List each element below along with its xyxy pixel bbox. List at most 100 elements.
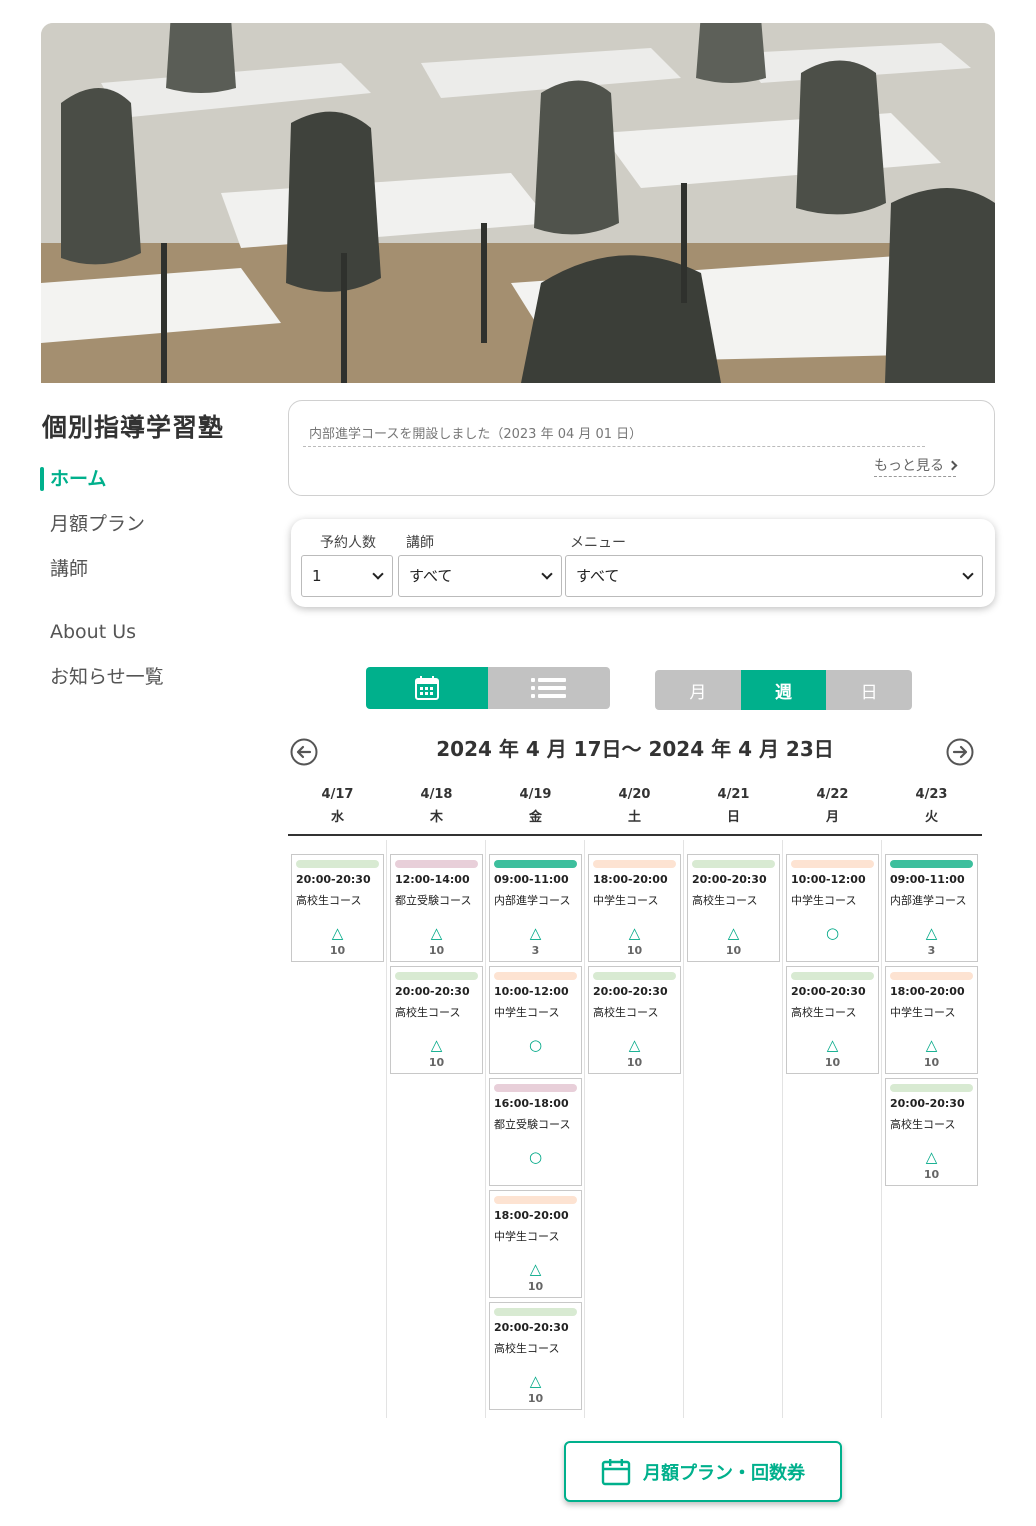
schedule-slot[interactable]: 20:00-20:30 高校生コース △ 10 — [390, 966, 483, 1074]
seats-count: 10 — [725, 944, 742, 957]
people-label: 予約人数 — [320, 535, 376, 551]
slot-time: 12:00-14:00 — [395, 873, 470, 886]
schedule-slot[interactable]: 18:00-20:00 中学生コース △ 10 — [588, 854, 681, 962]
period-month-button[interactable]: 月 — [655, 670, 741, 710]
chevron-down-icon — [962, 568, 974, 580]
schedule-slot[interactable]: 16:00-18:00 都立受験コース ○ — [489, 1078, 582, 1186]
availability-mark: ○ — [825, 924, 840, 942]
column-divider — [584, 840, 585, 1418]
slot-time: 10:00-12:00 — [494, 985, 569, 998]
course-color-bar — [593, 860, 676, 868]
schedule-slot[interactable]: 20:00-20:30 高校生コース △ 10 — [588, 966, 681, 1074]
course-color-bar — [395, 972, 478, 980]
slot-course: 中学生コース — [593, 894, 659, 907]
availability-mark: ○ — [528, 1148, 543, 1166]
day-weekday: 木 — [429, 810, 443, 825]
seats-count: 10 — [824, 1056, 841, 1069]
classroom-illustration — [41, 23, 995, 383]
people-select[interactable]: 1 — [301, 555, 393, 597]
list-view-button[interactable] — [488, 667, 610, 709]
day-weekday: 日 — [726, 810, 740, 825]
view-toggle — [366, 667, 610, 709]
news-more-link[interactable]: もっと見る — [874, 455, 958, 477]
schedule-slot[interactable]: 20:00-20:30 高校生コース △ 10 — [885, 1078, 978, 1186]
availability-mark: △ — [529, 1372, 542, 1390]
course-color-bar — [494, 1084, 577, 1092]
course-color-bar — [890, 860, 973, 868]
teacher-select[interactable]: すべて — [398, 555, 562, 597]
schedule-slot[interactable]: 20:00-20:30 高校生コース △ 10 — [786, 966, 879, 1074]
date-range-title: 2024 年 4 月 17日〜 2024 年 4 月 23日 — [436, 737, 834, 761]
availability-mark: △ — [628, 924, 641, 942]
schedule-slot[interactable]: 10:00-12:00 中学生コース ○ — [786, 854, 879, 962]
slot-time: 09:00-11:00 — [890, 873, 965, 886]
course-color-bar — [593, 972, 676, 980]
period-day-button[interactable]: 日 — [826, 670, 912, 710]
schedule-slot[interactable]: 18:00-20:00 中学生コース △ 10 — [489, 1190, 582, 1298]
day-date: 4/22 — [816, 787, 849, 802]
course-color-bar — [494, 1308, 577, 1316]
slot-time: 20:00-20:30 — [296, 873, 371, 886]
slot-course: 高校生コース — [593, 1006, 659, 1019]
slot-course: 高校生コース — [692, 894, 758, 907]
news-item[interactable]: 内部進学コースを開設しました（2023 年 04 月 01 日） — [303, 423, 925, 447]
slot-course: 内部進学コース — [494, 894, 571, 907]
course-color-bar — [791, 972, 874, 980]
calendar-view-button[interactable] — [366, 667, 488, 709]
availability-mark: △ — [331, 924, 344, 942]
nav-item-teachers[interactable]: 講師 — [40, 552, 260, 597]
hero-image — [41, 23, 995, 383]
day-weekday: 土 — [627, 810, 641, 825]
prev-week-arrow-icon[interactable] — [290, 738, 318, 766]
schedule-slot[interactable]: 10:00-12:00 中学生コース ○ — [489, 966, 582, 1074]
schedule-slot[interactable]: 20:00-20:30 高校生コース △ 10 — [489, 1302, 582, 1410]
cta-label: 月額プラン・回数券 — [643, 1462, 805, 1484]
slot-course: 高校生コース — [494, 1342, 560, 1355]
news-more-label: もっと見る — [874, 458, 944, 474]
chevron-down-icon — [541, 568, 553, 580]
slot-time: 20:00-20:30 — [395, 985, 470, 998]
course-color-bar — [296, 860, 379, 868]
availability-mark: △ — [529, 1260, 542, 1278]
nav-item-about-us[interactable]: About Us — [40, 615, 260, 660]
schedule-slot[interactable]: 20:00-20:30 高校生コース △ 10 — [687, 854, 780, 962]
nav-item-home[interactable]: ホーム — [40, 462, 260, 507]
slot-time: 20:00-20:30 — [890, 1097, 965, 1110]
slot-course: 中学生コース — [494, 1230, 560, 1243]
monthly-plan-tickets-button[interactable]: 月額プラン・回数券 — [564, 1441, 842, 1502]
schedule-slot[interactable]: 12:00-14:00 都立受験コース △ 10 — [390, 854, 483, 962]
day-header: 4/21 日 — [684, 783, 783, 829]
schedule-slot[interactable]: 20:00-20:30 高校生コース △ 10 — [291, 854, 384, 962]
column-divider — [782, 840, 783, 1418]
schedule-slot[interactable]: 09:00-11:00 内部進学コース △ 3 — [885, 854, 978, 962]
column-divider — [881, 840, 882, 1418]
slot-course: 中学生コース — [890, 1006, 956, 1019]
slot-course: 高校生コース — [296, 894, 362, 907]
schedule-slot[interactable]: 18:00-20:00 中学生コース △ 10 — [885, 966, 978, 1074]
course-color-bar — [494, 1196, 577, 1204]
day-weekday: 水 — [330, 810, 344, 825]
slot-time: 20:00-20:30 — [692, 873, 767, 886]
list-icon — [531, 678, 566, 698]
nav-item-monthly-plan[interactable]: 月額プラン — [40, 507, 260, 552]
period-week-button[interactable]: 週 — [740, 670, 827, 710]
slot-course: 高校生コース — [395, 1006, 461, 1019]
slot-time: 16:00-18:00 — [494, 1097, 569, 1110]
course-color-bar — [494, 972, 577, 980]
schedule-slot[interactable]: 09:00-11:00 内部進学コース △ 3 — [489, 854, 582, 962]
day-date: 4/17 — [321, 787, 354, 802]
slot-course: 都立受験コース — [395, 894, 472, 907]
course-color-bar — [692, 860, 775, 868]
menu-select[interactable]: すべて — [565, 555, 983, 597]
seats-count: 3 — [927, 944, 936, 957]
teacher-select-value: すべて — [409, 567, 453, 585]
teacher-label: 講師 — [406, 535, 434, 551]
slot-time: 18:00-20:00 — [494, 1209, 569, 1222]
next-week-arrow-icon[interactable] — [946, 738, 974, 766]
site-title[interactable]: 個別指導学習塾 — [42, 408, 224, 444]
slot-course: 中学生コース — [494, 1006, 560, 1019]
seats-count: 10 — [428, 944, 445, 957]
nav-item-news-list[interactable]: お知らせ一覧 — [40, 660, 260, 705]
availability-mark: △ — [430, 924, 443, 942]
seats-count: 10 — [527, 1280, 544, 1293]
